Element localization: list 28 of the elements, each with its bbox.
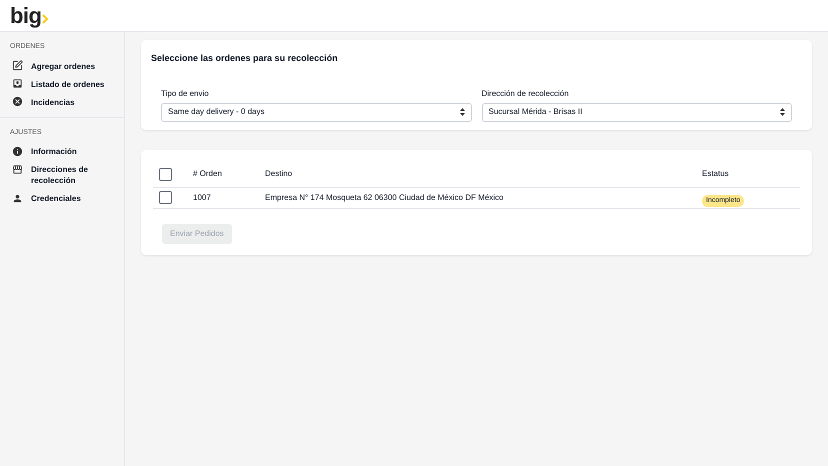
column-header: Estatus — [702, 168, 730, 180]
circle-x-icon — [11, 96, 23, 108]
checkbox[interactable] — [159, 168, 172, 180]
info-icon — [11, 145, 23, 157]
person-icon — [11, 192, 23, 204]
sort-arrows-icon — [460, 108, 464, 116]
table-cell-text: 1007 — [193, 192, 212, 204]
inbox-tray-icon — [11, 78, 23, 90]
sidebar-item[interactable]: Agregar ordenes — [0, 56, 124, 74]
sidebar-item[interactable]: Información — [0, 142, 124, 160]
field-label: Dirección de recolección — [482, 88, 570, 100]
storefront-icon — [11, 163, 23, 175]
sidebar-item[interactable]: Direcciones de recolección — [0, 160, 124, 189]
sidebar-item[interactable]: Incidencias — [0, 92, 124, 110]
select-field[interactable]: Same day delivery - 0 days — [161, 102, 472, 122]
logo[interactable]: big — [10, 4, 50, 26]
sort-arrows-icon — [780, 108, 785, 116]
sidebar-item[interactable]: Listado de ordenes — [0, 74, 124, 92]
field-label: Tipo de envio — [161, 88, 210, 100]
checkbox[interactable] — [159, 191, 172, 204]
select-field[interactable]: Sucursal Mérida - Brisas II — [482, 102, 792, 122]
chevron-icon — [42, 14, 50, 24]
column-header: # Orden — [193, 168, 223, 180]
square-pen-icon — [11, 60, 23, 72]
card-title: Seleccione las ordenes para su recolección — [151, 52, 339, 65]
sidebar-item[interactable]: Credenciales — [0, 189, 124, 207]
column-header: Destino — [265, 168, 294, 180]
table-cell-text: Empresa N° 174 Mosqueta 62 06300 Ciudad de México DF México — [265, 192, 504, 204]
